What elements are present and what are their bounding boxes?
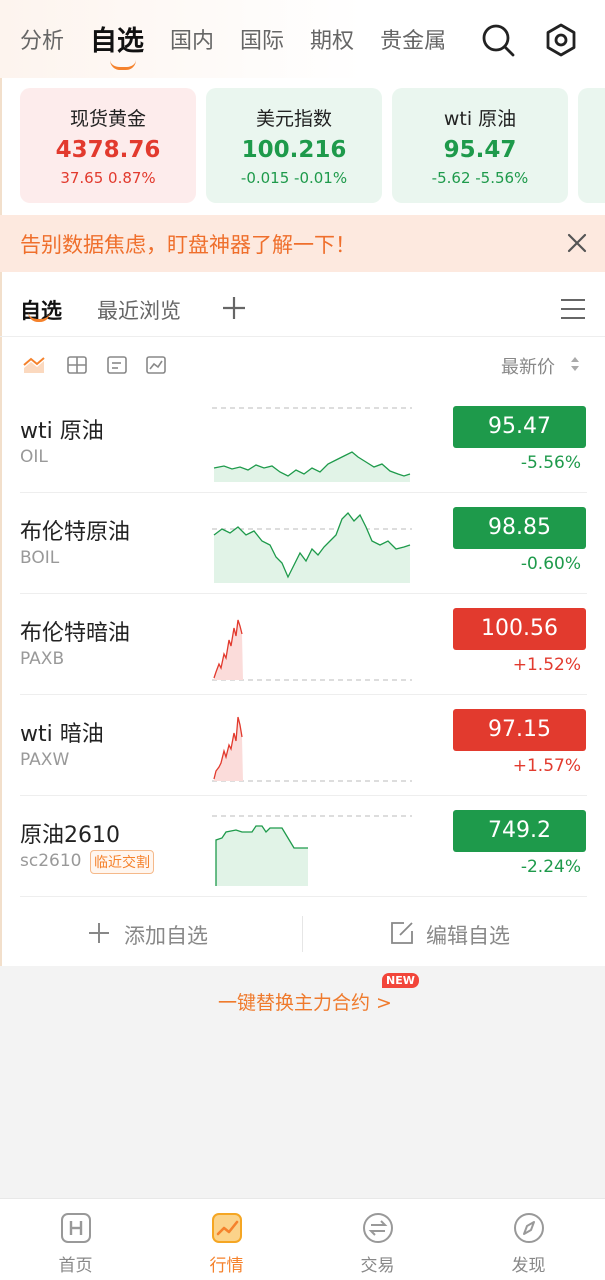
tab-precious-metals[interactable]: 贵金属 [380,22,446,62]
search-icon[interactable] [480,22,516,58]
quote-card[interactable]: 美元指数 100.216 -0.015 -0.01% [206,88,382,203]
row-name: 原油2610 [20,823,120,848]
watchlist-row[interactable]: wti 原油 OIL 95.47 -5.56% [0,392,605,493]
row-name: 布伦特暗油 [20,621,131,646]
row-name: 布伦特原油 [20,520,131,545]
card-name: wti 原油 [443,108,517,130]
quote-card[interactable]: 现货黄金 4378.76 37.65 0.87% [20,88,196,203]
sparkline-chart [212,619,412,681]
row-price: 749.2 [453,810,586,852]
sparkline-chart [212,815,412,886]
nav-trade[interactable]: 交易 [302,1199,453,1280]
watchlist-row[interactable]: 布伦特暗油 PAXB 100.56 +1.52% [0,594,605,695]
row-code: OIL [20,447,48,467]
row-divider [20,896,587,897]
card-price: 95.47 [443,137,517,163]
promo-banner[interactable]: 告别数据焦虑，盯盘神器了解一下！ [0,215,605,272]
tab-watchlist[interactable]: 自选 [90,22,144,62]
card-change: -0.015 -0.01% [240,169,348,187]
edit-watchlist-button[interactable]: 编辑自选 [426,920,510,950]
add-watchlist-button[interactable]: 添加自选 [124,920,208,950]
quote-card[interactable]: wti 原油 95.47 -5.62 -5.56% [392,88,568,203]
nav-home[interactable]: 首页 [0,1199,151,1280]
banner-text: 告别数据焦虑，盯盘神器了解一下！ [20,233,356,257]
row-change-pct: -5.56% [520,453,581,473]
trade-exchange-icon [363,1213,393,1243]
chart-view-icon[interactable] [145,355,167,375]
sparkline-chart [212,407,412,482]
card-change: -5.62 -5.56% [431,169,529,187]
card-name: 美元指数 [255,108,332,130]
grid-view-icon[interactable] [66,355,88,375]
active-tab-indicator [110,60,136,70]
card-change: 37.65 0.87% [60,169,156,187]
nav-market[interactable]: 行情 [151,1199,302,1280]
nav-discover[interactable]: 发现 [453,1199,604,1280]
watchlist-row[interactable]: 布伦特原油 BOIL 98.85 -0.60% [0,493,605,594]
row-code: PAXB [20,649,65,669]
edit-icon[interactable] [390,921,414,945]
row-change-pct: +1.52% [512,655,581,675]
tab-domestic[interactable]: 国内 [170,22,214,62]
new-badge: NEW [382,973,419,988]
card-name: 现货黄金 [69,108,146,130]
row-name: wti 原油 [20,419,104,444]
tab-international[interactable]: 国际 [240,22,284,62]
sparkline-chart [212,512,412,583]
subtab-recent[interactable]: 最近浏览 [97,295,181,325]
watchlist-row[interactable]: 原油2610 sc2610 临近交割 749.2 -2.24% [0,796,605,897]
row-code: BOIL [20,548,60,568]
card-price: 100.216 [241,137,347,163]
market-chart-icon [212,1213,242,1243]
nav-label: 行情 [209,1256,244,1276]
tab-options[interactable]: 期权 [310,22,354,62]
watchlist-row[interactable]: wti 暗油 PAXW 97.15 +1.57% [0,695,605,796]
row-price: 97.15 [453,709,586,751]
nav-label: 交易 [360,1256,395,1276]
plus-icon[interactable] [222,296,246,320]
top-nav-tabs: 分析 自选 国内 国际 期权 贵金属 [20,22,460,62]
add-icon[interactable] [88,922,110,944]
sparkline-chart [212,716,412,782]
delivery-tag: 临近交割 [90,850,154,874]
bottom-nav: 首页 行情 交易 发现 [0,1198,605,1280]
sort-icon[interactable] [569,355,581,373]
row-change-pct: -0.60% [520,554,581,574]
tab-analysis[interactable]: 分析 [20,22,64,62]
quote-cards: 现货黄金 4378.76 37.65 0.87% 美元指数 100.216 -0… [20,88,605,203]
nav-label: 首页 [58,1256,93,1276]
row-change-pct: -2.24% [520,857,581,877]
nav-label: 发现 [511,1256,546,1276]
top-bar: 分析 自选 国内 国际 期权 贵金属 [0,0,605,78]
row-change-pct: +1.57% [512,756,581,776]
settings-icon[interactable] [543,22,579,58]
quote-card-partial[interactable] [578,88,605,203]
card-view-icon[interactable] [106,355,128,375]
card-price: 4378.76 [55,137,161,163]
menu-icon[interactable] [560,297,586,321]
row-price: 100.56 [453,608,586,650]
row-price: 95.47 [453,406,586,448]
trend-view-icon[interactable] [23,355,45,375]
close-icon[interactable] [566,232,588,254]
row-code: PAXW [20,750,70,770]
action-divider [302,916,303,952]
row-code: sc2610 [20,851,82,871]
discover-compass-icon [514,1213,544,1243]
row-name: wti 暗油 [20,722,104,747]
row-price: 98.85 [453,507,586,549]
replace-main-contract-link[interactable]: 一键替换主力合约 > [218,988,392,1015]
sort-label[interactable]: 最新价 [501,353,555,379]
sub-tabs: 自选 最近浏览 [0,285,605,337]
home-h-icon [61,1213,91,1243]
